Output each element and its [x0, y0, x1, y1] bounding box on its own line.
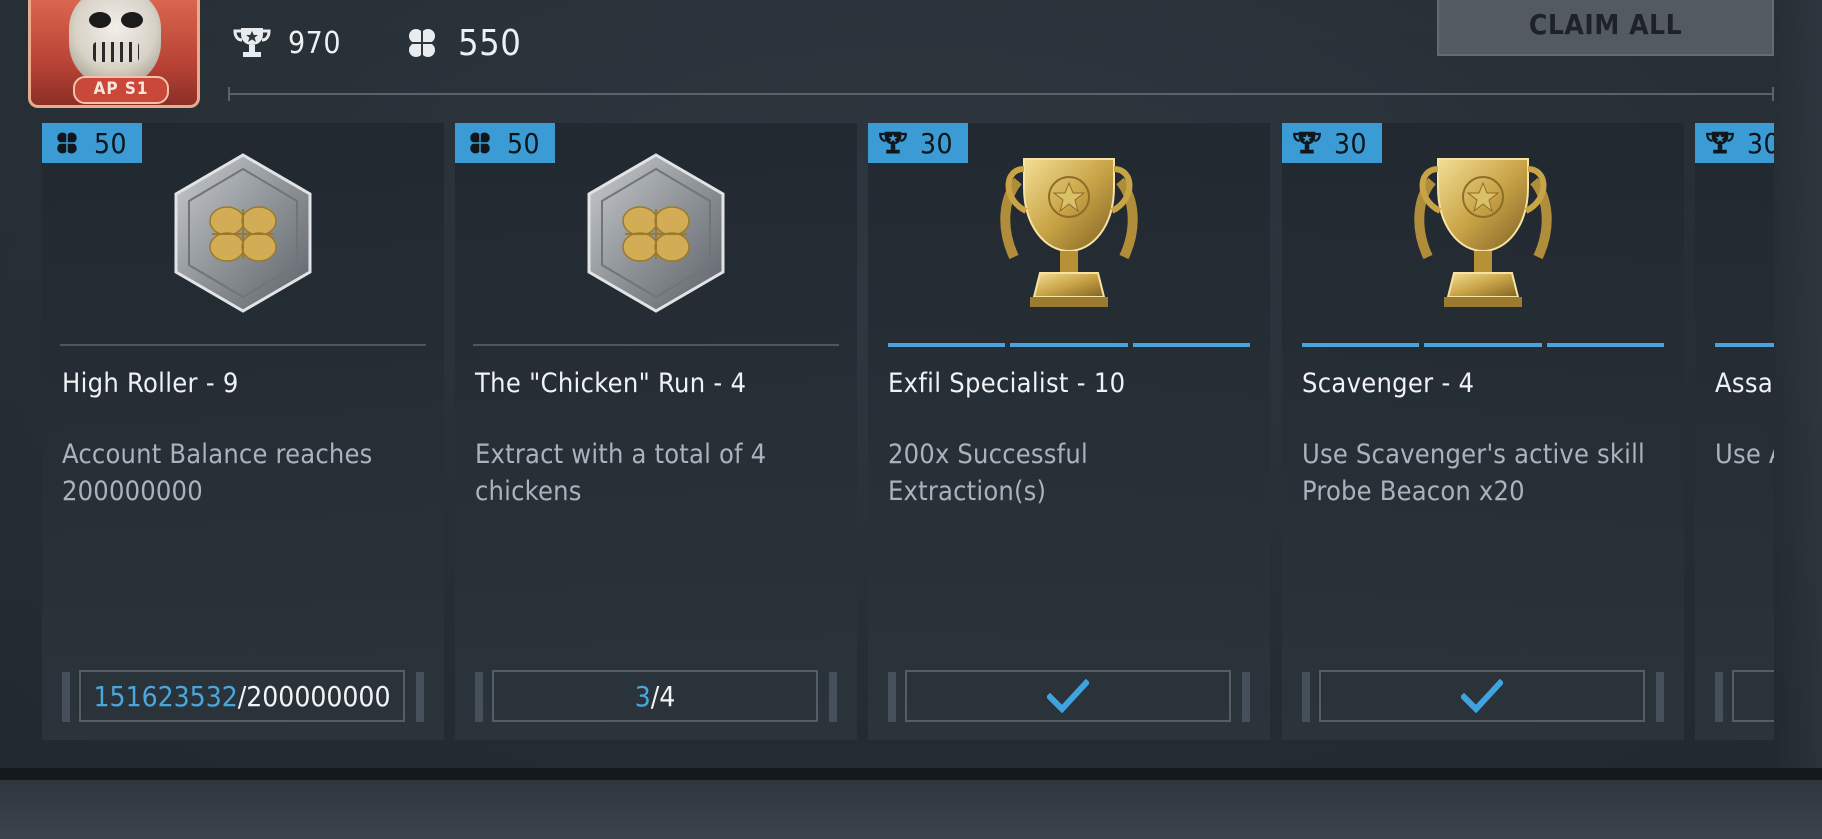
achievement-card[interactable]: 30 Exfil Specialist - 10 200x Successful…	[868, 123, 1270, 740]
progress-indicator: 151623532/200000000	[62, 670, 424, 724]
trophy-icon	[232, 23, 272, 63]
progress-current: 3	[634, 679, 651, 713]
progress-indicator	[888, 670, 1250, 724]
clover-count: 550	[458, 22, 522, 64]
progress-total: 4	[659, 679, 676, 713]
progress-indicator	[1715, 670, 1774, 724]
trophy-icon	[1705, 128, 1735, 158]
clover-icon	[52, 128, 82, 158]
reward-tag: 50	[455, 123, 555, 163]
trophy-count: 970	[288, 25, 342, 61]
progress-indicator: 3/4	[475, 670, 837, 724]
background-strip	[0, 780, 1822, 839]
achievement-title: Scavenger - 4	[1302, 368, 1475, 399]
header-divider	[228, 87, 1774, 101]
reward-value: 50	[94, 126, 128, 160]
completion-segments	[1715, 343, 1774, 347]
reward-tag: 30	[868, 123, 968, 163]
trophy-icon	[878, 128, 908, 158]
panel-right-edge	[1775, 0, 1822, 770]
achievement-description: Account Balance reaches 200000000	[62, 439, 373, 507]
player-avatar[interactable]: AP S1	[28, 0, 200, 108]
reward-value: 30	[1747, 126, 1774, 160]
achievement-card[interactable]: 50 High Roller - 9 Account Balance reach…	[42, 123, 444, 740]
gold-trophy-icon	[1410, 147, 1556, 317]
clover-medal-icon	[583, 151, 729, 315]
clover-icon	[465, 128, 495, 158]
clover-medal-icon	[170, 151, 316, 315]
progress-current: 151623532	[93, 679, 238, 713]
achievement-card[interactable]: 50 The "Chicken" Run - 4 Extract with a …	[455, 123, 857, 740]
progress-total: 200000000	[246, 679, 391, 713]
avatar-season-badge: AP S1	[73, 76, 169, 104]
achievement-title: Assa	[1715, 368, 1774, 399]
panel-bottom-bar	[0, 768, 1822, 780]
gold-trophy-icon	[996, 147, 1142, 317]
achievement-description: 200x Successful Extraction(s)	[888, 439, 1088, 507]
reward-tag: 50	[42, 123, 142, 163]
claim-all-button[interactable]: CLAIM ALL	[1437, 0, 1774, 56]
achievement-card[interactable]: 30 Scavenger - 4 Use Scavenger's active …	[1282, 123, 1684, 740]
trophy-counter: 970	[232, 20, 341, 66]
card-divider	[60, 344, 426, 346]
achievement-card-list[interactable]: 50 High Roller - 9 Account Balance reach…	[0, 120, 1774, 745]
achievement-title: The "Chicken" Run - 4	[475, 368, 747, 399]
completion-segments	[1302, 343, 1664, 347]
reward-value: 30	[920, 126, 954, 160]
achievement-description: Use Scavenger's active skill Probe Beaco…	[1302, 439, 1645, 507]
achievement-title: Exfil Specialist - 10	[888, 368, 1126, 399]
reward-value: 50	[507, 126, 541, 160]
reward-tag: 30	[1695, 123, 1774, 163]
achievement-title: High Roller - 9	[62, 368, 239, 399]
skull-mask-icon	[69, 0, 161, 86]
card-divider	[473, 344, 839, 346]
achievement-description: Extract with a total of 4 chickens	[475, 439, 767, 507]
reward-value: 30	[1334, 126, 1368, 160]
completion-segments	[888, 343, 1250, 347]
achievement-card[interactable]: 30 Assa Use A Rewi	[1695, 123, 1774, 740]
clover-counter: 550	[402, 20, 521, 66]
trophy-icon	[1292, 128, 1322, 158]
reward-tag: 30	[1282, 123, 1382, 163]
checkmark-icon	[1461, 679, 1503, 713]
achievement-description: Use A Rewi	[1715, 439, 1774, 470]
checkmark-icon	[1047, 679, 1089, 713]
progress-indicator	[1302, 670, 1664, 724]
clover-icon	[402, 23, 442, 63]
